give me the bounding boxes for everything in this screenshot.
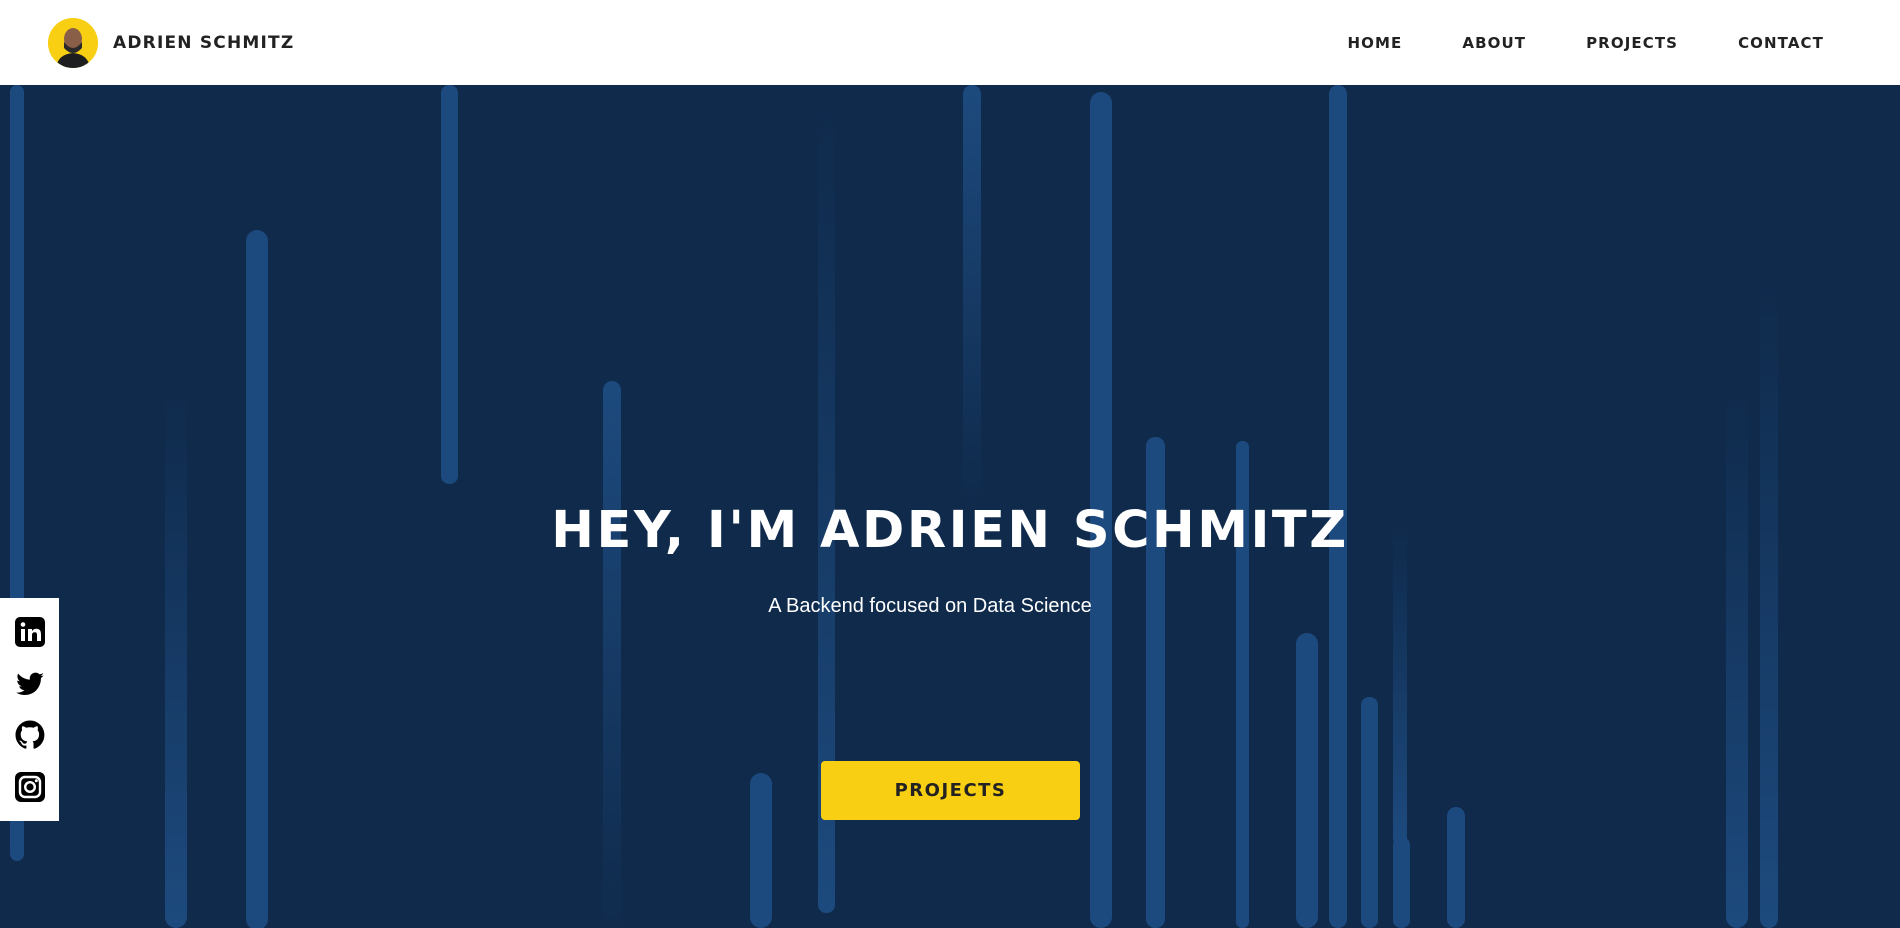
hero-content: HEY, I'M ADRIEN SCHMITZ A Backend focuse…	[0, 85, 1900, 928]
nav-about[interactable]: ABOUT	[1462, 34, 1526, 52]
linkedin-icon[interactable]	[14, 616, 46, 648]
brand[interactable]: ADRIEN SCHMITZ	[48, 17, 295, 68]
hero-section: HEY, I'M ADRIEN SCHMITZ A Backend focuse…	[0, 85, 1900, 928]
twitter-icon[interactable]	[14, 668, 46, 700]
nav-contact[interactable]: CONTACT	[1738, 34, 1824, 52]
site-header: ADRIEN SCHMITZ HOME ABOUT PROJECTS CONTA…	[0, 0, 1900, 85]
projects-button[interactable]: PROJECTS	[821, 761, 1080, 820]
github-icon[interactable]	[14, 719, 46, 751]
brand-name: ADRIEN SCHMITZ	[113, 32, 295, 53]
hero-title: HEY, I'M ADRIEN SCHMITZ	[551, 501, 1349, 560]
hero-subtitle: A Backend focused on Data Science	[768, 595, 1092, 617]
nav-projects[interactable]: PROJECTS	[1586, 34, 1678, 52]
main-nav: HOME ABOUT PROJECTS CONTACT	[1287, 34, 1824, 52]
avatar	[48, 17, 98, 68]
nav-home[interactable]: HOME	[1347, 34, 1402, 52]
social-sidebar	[0, 598, 59, 821]
instagram-icon[interactable]	[14, 771, 46, 803]
